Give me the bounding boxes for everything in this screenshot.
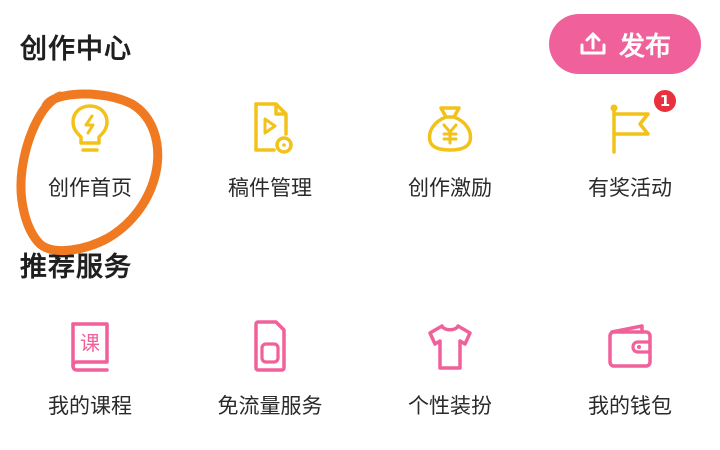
video-file-icon (242, 100, 298, 156)
creation-center-grid: 创作首页 稿件管理 创作激励 1 有奖活动 (0, 88, 720, 220)
tile-label: 我的钱包 (588, 394, 672, 418)
tile-label: 个性装扮 (408, 394, 492, 418)
course-icon-text: 课 (80, 331, 100, 355)
flag-icon: 1 (602, 88, 678, 156)
tile-label: 免流量服务 (217, 394, 323, 418)
tile-data-free-service[interactable]: 免流量服务 (180, 318, 360, 438)
lightbulb-icon (62, 100, 118, 156)
tile-creation-home[interactable]: 创作首页 (0, 100, 180, 220)
tile-creation-incentive[interactable]: 创作激励 (360, 100, 540, 220)
tile-label: 创作激励 (408, 176, 492, 200)
recommended-services-title: 推荐服务 (20, 252, 132, 283)
tile-prize-activities[interactable]: 1 有奖活动 (540, 88, 720, 220)
tile-label: 稿件管理 (228, 176, 312, 200)
course-book-icon: 课 (62, 318, 118, 374)
creator-page: 创作中心 发布 创作首页 稿件管理 创作激励 1 有奖活动 推荐服务 课 我的课… (0, 0, 720, 450)
tile-personal-dress-up[interactable]: 个性装扮 (360, 318, 540, 438)
publish-button[interactable]: 发布 (549, 14, 701, 74)
upload-icon (580, 32, 606, 55)
tile-manuscript-management[interactable]: 稿件管理 (180, 100, 360, 220)
recommended-services-grid: 课 我的课程 免流量服务 个性装扮 我的钱包 (0, 318, 720, 438)
money-bag-icon (422, 100, 478, 156)
wallet-icon (602, 318, 658, 374)
publish-button-label: 发布 (618, 31, 671, 62)
tshirt-icon (422, 318, 478, 374)
tile-my-wallet[interactable]: 我的钱包 (540, 318, 720, 438)
notification-badge: 1 (652, 88, 678, 114)
creation-center-title: 创作中心 (20, 34, 132, 65)
sim-card-icon (242, 318, 298, 374)
tile-label: 有奖活动 (588, 176, 672, 200)
tile-label: 我的课程 (48, 394, 132, 418)
tile-my-courses[interactable]: 课 我的课程 (0, 318, 180, 438)
tile-label: 创作首页 (48, 176, 132, 200)
